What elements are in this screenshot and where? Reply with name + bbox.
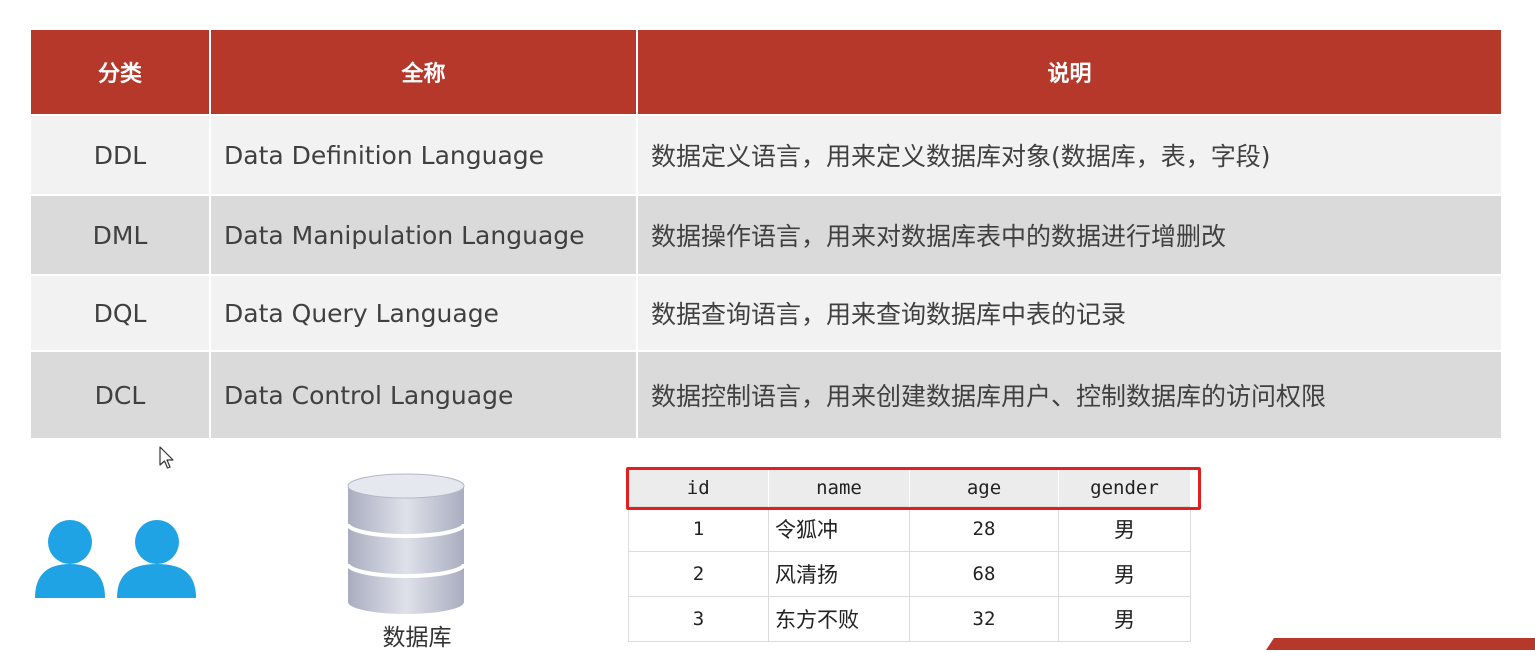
table-row: 3 东方不败 32 男: [628, 596, 1191, 642]
id-cell: 1: [628, 506, 769, 552]
age-cell: 28: [909, 506, 1059, 552]
table-row: 1 令狐冲 28 男: [628, 506, 1191, 552]
header-id: id: [628, 470, 769, 507]
gender-cell: 男: [1058, 506, 1191, 552]
name-cell: 风清扬: [768, 551, 910, 597]
header-name: name: [768, 470, 910, 507]
database-icon: [346, 473, 466, 614]
category-cell: DQL: [31, 274, 211, 351]
id-cell: 3: [628, 596, 769, 642]
category-cell: DML: [31, 194, 211, 275]
table-row: DCL Data Control Language 数据控制语言，用来创建数据库…: [31, 350, 1501, 438]
full-name-cell: Data Manipulation Language: [210, 194, 638, 275]
table-row: DML Data Manipulation Language 数据操作语言，用来…: [31, 194, 1501, 275]
description-cell: 数据查询语言，用来查询数据库中表的记录: [637, 274, 1501, 351]
category-cell: DDL: [31, 114, 211, 195]
sample-header-row: id name age gender: [628, 470, 1191, 507]
table-row: DDL Data Definition Language 数据定义语言，用来定义…: [31, 114, 1501, 195]
table-row: 2 风清扬 68 男: [628, 551, 1191, 597]
age-cell: 32: [909, 596, 1059, 642]
users-icon: [35, 520, 196, 598]
age-cell: 68: [909, 551, 1059, 597]
gender-cell: 男: [1058, 551, 1191, 597]
category-cell: DCL: [31, 350, 211, 438]
full-name-cell: Data Query Language: [210, 274, 638, 351]
database-label: 数据库: [382, 625, 452, 651]
corner-decoration: [1266, 638, 1535, 650]
full-name-cell: Data Control Language: [210, 350, 638, 438]
table-row: DQL Data Query Language 数据查询语言，用来查询数据库中表…: [31, 274, 1501, 351]
header-gender: gender: [1058, 470, 1191, 507]
id-cell: 2: [628, 551, 769, 597]
header-full-name: 全称: [210, 30, 638, 115]
description-cell: 数据操作语言，用来对数据库表中的数据进行增删改: [637, 194, 1501, 275]
header-category: 分类: [31, 30, 211, 115]
name-cell: 东方不败: [768, 596, 910, 642]
mouse-cursor-icon: [159, 446, 174, 469]
name-cell: 令狐冲: [768, 506, 910, 552]
sample-data-table: id name age gender 1 令狐冲 28 男 2 风清扬 68 男…: [628, 470, 1191, 642]
description-cell: 数据定义语言，用来定义数据库对象(数据库，表，字段): [637, 114, 1501, 195]
gender-cell: 男: [1058, 596, 1191, 642]
header-age: age: [909, 470, 1059, 507]
full-name-cell: Data Definition Language: [210, 114, 638, 195]
description-cell: 数据控制语言，用来创建数据库用户、控制数据库的访问权限: [637, 350, 1501, 438]
header-description: 说明: [637, 30, 1501, 115]
sql-categories-table: 分类 全称 说明 DDL Data Definition Language 数据…: [31, 30, 1501, 438]
table-header-row: 分类 全称 说明: [31, 30, 1501, 115]
